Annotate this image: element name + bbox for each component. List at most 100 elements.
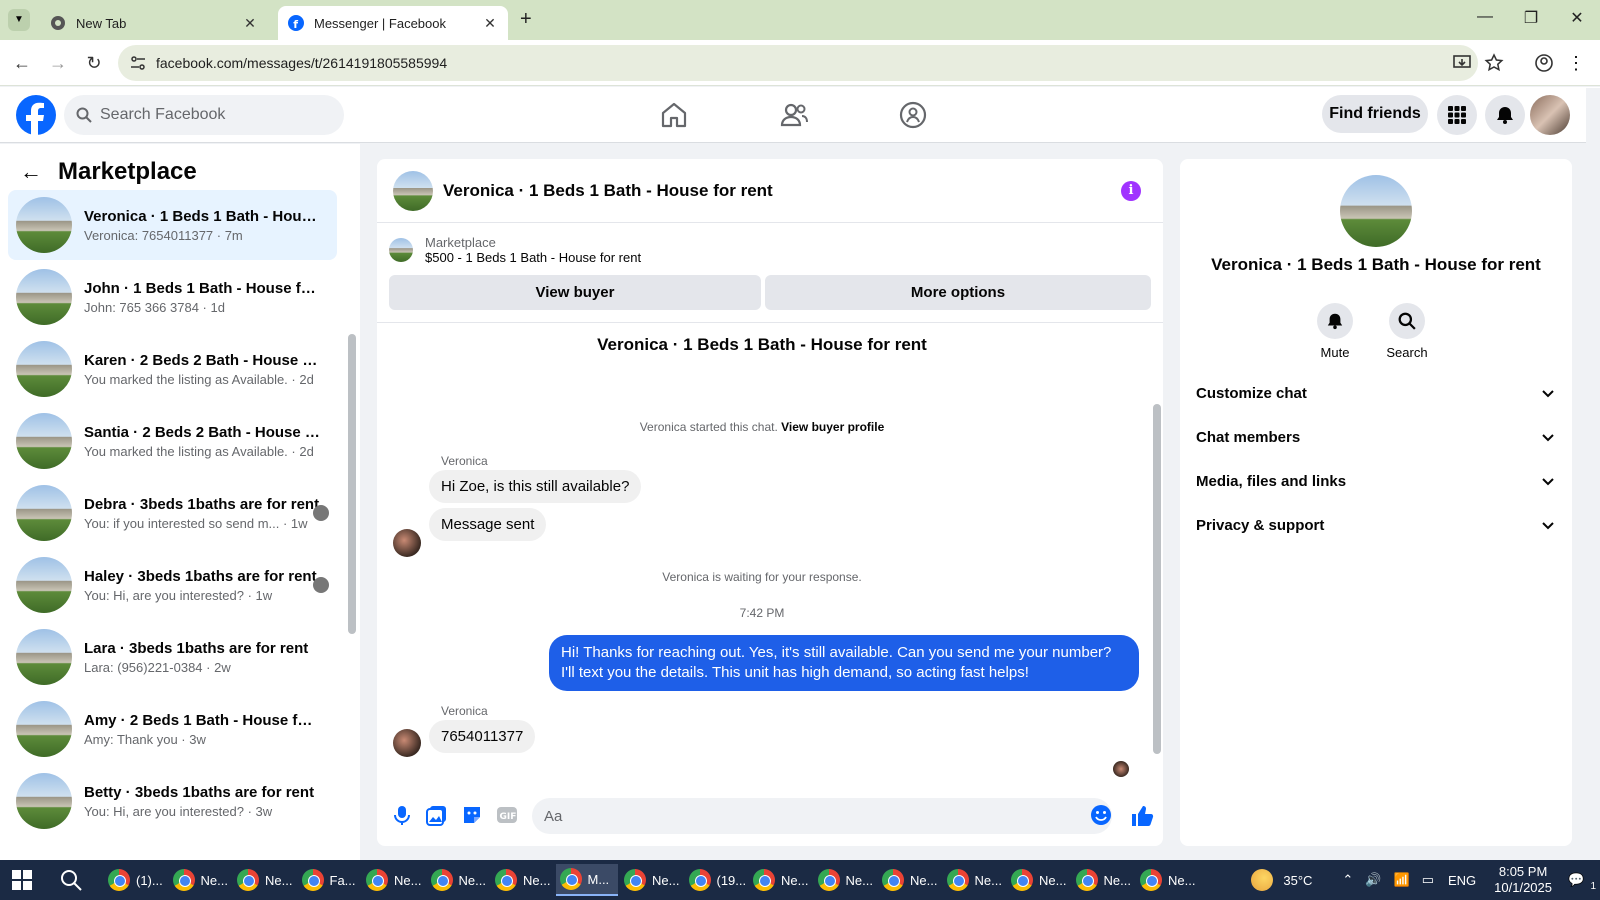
clock[interactable]: 8:05 PM 10/1/2025 (1494, 864, 1552, 896)
tab-search-dropdown[interactable]: ▼ (8, 9, 30, 31)
taskbar-app-button[interactable]: Ne... (169, 864, 231, 896)
notification-center-icon[interactable]: 💬 1 (1568, 872, 1596, 892)
start-windows-icon[interactable] (12, 864, 32, 896)
emoji-icon[interactable] (1090, 804, 1112, 826)
taskbar-app-button[interactable]: (1)... (104, 864, 166, 896)
conversation-item[interactable]: Betty · 3beds 1baths are for rent You: Hi… (8, 766, 337, 836)
forward-arrow-icon[interactable]: → (48, 53, 68, 73)
outgoing-message[interactable]: Hi! Thanks for reaching out. Yes, it's s… (549, 635, 1139, 691)
weather-icon[interactable] (1251, 869, 1274, 891)
close-tab-icon[interactable]: ✕ (482, 15, 498, 31)
read-receipt-avatar (1113, 761, 1129, 777)
marketplace-sidebar: ← Marketplace Veronica · 1 Beds 1 Bath -… (0, 144, 360, 860)
page-scrollbar[interactable] (1586, 88, 1600, 860)
view-buyer-profile-link[interactable]: View buyer profile (781, 420, 884, 434)
search-in-chat-button[interactable]: Search (1377, 303, 1437, 360)
friends-icon[interactable] (778, 99, 810, 131)
details-section-row[interactable]: Chat members (1196, 417, 1556, 457)
info-icon[interactable]: i (1121, 181, 1141, 201)
show-hidden-icons-chevron-icon[interactable]: ⌃ (1342, 872, 1353, 888)
taskbar-app-button[interactable]: Ne... (943, 864, 1005, 896)
message-input[interactable]: Aa (532, 798, 1112, 834)
minimize-icon[interactable]: — (1462, 8, 1508, 26)
browser-menu-icon[interactable]: ⋮ (1566, 53, 1586, 73)
chat-panel: Veronica · 1 Beds 1 Bath - House for ren… (377, 159, 1163, 846)
taskbar-app-button[interactable]: Ne... (233, 864, 295, 896)
account-avatar[interactable] (1530, 95, 1570, 135)
taskbar-app-button[interactable]: (19... (685, 864, 747, 896)
new-tab-plus-icon[interactable]: + (520, 9, 532, 29)
profile-icon[interactable] (1534, 53, 1554, 73)
facebook-logo-icon[interactable] (16, 95, 56, 135)
back-arrow-icon[interactable]: ← (20, 159, 42, 185)
gif-icon[interactable]: GIF (496, 804, 518, 826)
sender-avatar[interactable] (393, 529, 421, 557)
taskbar-app-button[interactable]: Fa... (298, 864, 360, 896)
taskbar-app-button[interactable]: Ne... (749, 864, 811, 896)
search-taskbar-icon[interactable] (60, 864, 82, 896)
taskbar-app-button[interactable]: Ne... (362, 864, 424, 896)
chat-scrollbar[interactable] (1153, 404, 1161, 754)
chat-title[interactable]: Veronica · 1 Beds 1 Bath - House for ren… (443, 181, 773, 201)
tab-new-tab[interactable]: New Tab ✕ (40, 6, 268, 40)
sender-avatar[interactable] (393, 729, 421, 757)
conversation-item[interactable]: Amy · 2 Beds 1 Bath - House for rent Amy:… (8, 694, 337, 764)
taskbar-app-button[interactable]: Ne... (1072, 864, 1134, 896)
taskbar-app-button[interactable]: Ne... (1136, 864, 1198, 896)
taskbar-app-button[interactable]: Ne... (1007, 864, 1069, 896)
photo-icon[interactable] (426, 804, 448, 826)
temperature[interactable]: 35°C (1283, 873, 1312, 888)
back-arrow-icon[interactable]: ← (12, 53, 32, 73)
details-section-row[interactable]: Media, files and links (1196, 461, 1556, 501)
bookmark-star-icon[interactable] (1484, 53, 1504, 73)
view-buyer-button[interactable]: View buyer (389, 275, 761, 310)
menu-grid-icon[interactable] (1437, 95, 1477, 135)
microphone-icon[interactable] (391, 804, 413, 826)
taskbar-app-button[interactable]: Ne... (878, 864, 940, 896)
taskbar-app-label: Ne... (1039, 872, 1067, 888)
reload-icon[interactable]: ↻ (84, 53, 104, 73)
conversation-item[interactable]: Debra · 3beds 1baths are for rent You: if… (8, 478, 337, 548)
details-section-row[interactable]: Privacy & support (1196, 505, 1556, 545)
restore-icon[interactable]: ❐ (1508, 8, 1554, 28)
incoming-message[interactable]: Hi Zoe, is this still available? (429, 470, 642, 503)
sticker-icon[interactable] (461, 804, 483, 826)
more-options-button[interactable]: More options (765, 275, 1151, 310)
conversation-item[interactable]: John · 1 Beds 1 Bath - House for rent Joh… (8, 262, 337, 332)
conversation-item[interactable]: Santia · 2 Beds 2 Bath - House for rent Y… (8, 406, 337, 476)
install-app-icon[interactable] (1452, 53, 1472, 73)
search-facebook-input[interactable]: Search Facebook (64, 95, 344, 135)
tab-messenger[interactable]: f Messenger | Facebook ✕ (278, 6, 508, 40)
like-thumbs-up-icon[interactable] (1130, 804, 1154, 826)
sidebar-scrollbar[interactable] (348, 334, 356, 634)
mute-button[interactable]: Mute (1305, 303, 1365, 360)
volume-icon[interactable]: 🔊 (1365, 872, 1381, 888)
groups-icon[interactable] (897, 99, 929, 131)
close-window-icon[interactable]: ✕ (1554, 8, 1600, 28)
taskbar-app-button[interactable]: Ne... (620, 864, 682, 896)
conversation-item[interactable]: Veronica · 1 Beds 1 Bath - House for ren… (8, 190, 337, 260)
incoming-message[interactable]: Message sent (429, 508, 547, 541)
listing-avatar[interactable] (1340, 175, 1412, 247)
taskbar-app-button[interactable]: Ne... (427, 864, 489, 896)
message-composer: GIF Aa (377, 782, 1163, 846)
conversation-item[interactable]: Karen · 2 Beds 2 Bath - House for rent Yo… (8, 334, 337, 404)
taskbar-app-button[interactable]: Ne... (491, 864, 553, 896)
language-indicator[interactable]: ENG (1448, 873, 1476, 888)
notifications-bell-icon[interactable] (1485, 95, 1525, 135)
conversation-item[interactable]: Haley · 3beds 1baths are for rent You: Hi… (8, 550, 337, 620)
taskbar-app-button[interactable]: M... (555, 864, 618, 896)
taskbar-app-button[interactable]: Ne... (814, 864, 876, 896)
url-field[interactable]: facebook.com/messages/t/2614191805585994 (118, 45, 1478, 81)
incoming-message[interactable]: 7654011377 (429, 720, 536, 753)
site-settings-icon[interactable] (130, 55, 146, 71)
close-tab-icon[interactable]: ✕ (242, 15, 258, 31)
chat-thumbnail[interactable] (393, 170, 433, 211)
details-section-row[interactable]: Customize chat (1196, 373, 1556, 413)
conversation-preview: Amy: Thank you · 3w (84, 731, 206, 747)
find-friends-button[interactable]: Find friends (1322, 95, 1428, 133)
wifi-icon[interactable]: 📶 (1394, 872, 1410, 888)
home-icon[interactable] (658, 99, 690, 131)
battery-icon[interactable]: ▭ (1422, 872, 1434, 888)
conversation-item[interactable]: Lara · 3beds 1baths are for rent Lara: (9… (8, 622, 337, 692)
